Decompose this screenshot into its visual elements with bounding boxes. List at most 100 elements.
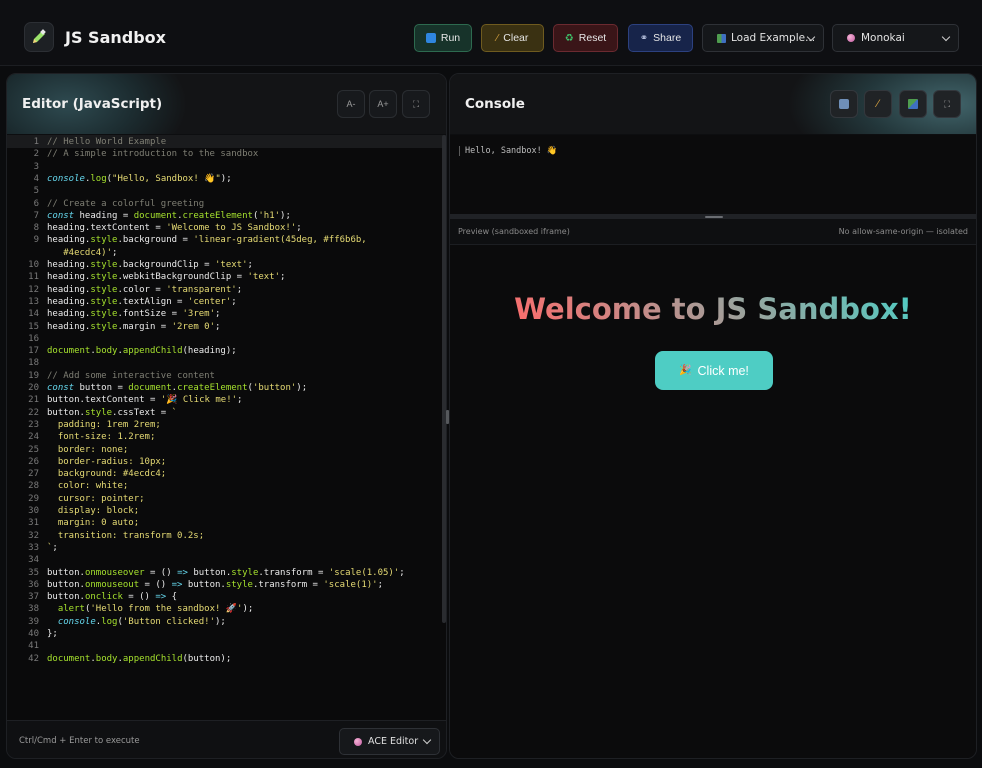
chevron-down-icon — [422, 735, 432, 745]
pencil-icon — [24, 22, 54, 52]
line-number: 21 — [28, 395, 39, 406]
code-line: heading.style.textAlign = 'center'; — [47, 296, 237, 307]
line-number: 26 — [28, 456, 39, 467]
line-number: 19 — [28, 370, 39, 381]
run-button[interactable]: Run — [414, 24, 472, 52]
code-line: heading.style.webkitBackgroundClip = 'te… — [47, 272, 286, 283]
console-title: Console — [465, 96, 525, 112]
stop-button[interactable] — [830, 90, 858, 118]
line-number: 9 — [33, 235, 39, 246]
line-number: 2 — [33, 149, 39, 160]
load-example-select[interactable]: Load Example... — [702, 24, 824, 52]
code-line: heading.style.fontSize = '3rem'; — [47, 309, 221, 320]
app-header: JS Sandbox Run ⁄ Clear ♻ Reset ⚭ Share L… — [0, 0, 982, 66]
line-number: 40 — [28, 629, 39, 639]
code-line: alert('Hello from the sandbox! 🚀'); — [57, 604, 254, 615]
line-gutter: 1 2 3 4 5 6 7 8 9 10 11 12 13 14 15 16 1… — [7, 135, 43, 720]
font-decrease-button[interactable]: A- — [337, 90, 365, 118]
line-number: 11 — [28, 272, 39, 283]
editor-mode-value: ACE Editor — [368, 736, 419, 747]
line-number: 39 — [28, 616, 39, 627]
link-icon: ⚭ — [639, 32, 649, 44]
code-line: console.log("Hello, Sandbox! 👋"); — [47, 173, 232, 184]
code-line: heading.style.backgroundClip = 'text'; — [47, 260, 253, 270]
editor-scrollbar[interactable] — [442, 135, 446, 623]
load-example-value: Load Example... — [731, 32, 816, 44]
console-log-line: Hello, Sandbox! 👋 — [459, 146, 557, 156]
books-icon — [717, 33, 726, 43]
line-number: 35 — [28, 567, 39, 578]
editor-title: Editor (JavaScript) — [22, 96, 163, 112]
code-line: border: none; — [47, 444, 129, 455]
preview-click-button-label: Click me! — [697, 363, 749, 378]
splitter-grip[interactable] — [705, 216, 723, 218]
share-button[interactable]: ⚭ Share — [628, 24, 693, 52]
code-line: display: block; — [47, 506, 140, 516]
code-line: heading.style.margin = '2rem 0'; — [47, 321, 221, 332]
line-number: 10 — [28, 260, 39, 270]
console-fullscreen-button[interactable]: ⛶ — [933, 90, 961, 118]
code-line: button.onmouseout = () => button.style.t… — [47, 579, 383, 590]
line-number: 28 — [28, 481, 39, 492]
code-line: // A simple introduction to the sandbox — [47, 149, 259, 160]
code-line: cursor: pointer; — [47, 493, 145, 504]
chevron-down-icon — [941, 32, 951, 42]
font-increase-button[interactable]: A+ — [369, 90, 397, 118]
code-line: margin: 0 auto; — [47, 518, 140, 529]
code-line: heading.style.color = 'transparent'; — [47, 284, 243, 295]
execute-shortcut-hint: Ctrl/Cmd + Enter to execute — [19, 736, 140, 746]
line-number: 6 — [33, 198, 39, 209]
code-line: button.style.cssText = ` — [47, 407, 178, 418]
line-number: 17 — [28, 346, 39, 357]
reset-button[interactable]: ♻ Reset — [553, 24, 618, 52]
line-number: 29 — [28, 493, 39, 504]
run-button-label: Run — [440, 32, 461, 44]
code-line: console.log('Button clicked!'); — [57, 616, 226, 627]
line-number: 38 — [28, 604, 39, 615]
line-number: 3 — [33, 161, 39, 172]
line-number: 5 — [33, 186, 39, 197]
preview-click-button[interactable]: 🎉 Click me! — [655, 351, 773, 390]
preview-iframe: Welcome to JS Sandbox! 🎉 Click me! — [450, 245, 976, 758]
theme-value: Monokai — [861, 32, 905, 44]
broom-icon: ⁄ — [496, 32, 499, 44]
fullscreen-button[interactable]: ⛶ — [402, 90, 430, 118]
stop-icon — [839, 99, 849, 109]
line-number: 33 — [28, 542, 39, 553]
line-number: 12 — [28, 284, 39, 295]
play-icon — [425, 33, 436, 43]
code-editor[interactable]: 1 2 3 4 5 6 7 8 9 10 11 12 13 14 15 16 1… — [7, 135, 446, 720]
code-line: font-size: 1.2rem; — [47, 432, 156, 443]
code-line: const heading = document.createElement('… — [47, 210, 291, 221]
fullscreen-icon: ⛶ — [412, 98, 420, 109]
line-number: 37 — [28, 592, 39, 603]
console-output: Hello, Sandbox! 👋 — [450, 135, 976, 214]
clear-button[interactable]: ⁄ Clear — [481, 24, 544, 52]
line-number: 25 — [28, 444, 39, 455]
code-line: heading.textContent = 'Welcome to JS San… — [47, 223, 302, 234]
theme-select[interactable]: Monokai — [832, 24, 959, 52]
palette-icon — [847, 34, 855, 42]
line-number: 27 — [28, 469, 39, 480]
code-line: transition: transform 0.2s; — [47, 530, 205, 541]
editor-mode-select[interactable]: ACE Editor — [339, 728, 440, 755]
line-number: 15 — [28, 321, 39, 332]
console-panel: Console ⁄ ⛶ Hello, Sandbox! 👋 Preview (s… — [449, 73, 977, 759]
code-line: }; — [47, 629, 58, 639]
line-number: 34 — [28, 555, 39, 566]
line-number: 41 — [28, 641, 39, 652]
copy-output-button[interactable] — [899, 90, 927, 118]
app-title: JS Sandbox — [65, 28, 166, 47]
code-line: document.body.appendChild(button); — [47, 653, 232, 664]
fullscreen-icon: ⛶ — [943, 98, 951, 109]
code-line: document.body.appendChild(heading); — [47, 346, 237, 357]
clear-console-button[interactable]: ⁄ — [864, 90, 892, 118]
preview-isolation-note: No allow-same-origin — isolated — [838, 227, 968, 236]
code-line: padding: 1rem 2rem; — [47, 419, 161, 430]
editor-footer: Ctrl/Cmd + Enter to execute ACE Editor — [7, 720, 446, 758]
line-number: 14 — [28, 309, 39, 320]
code-line: `; — [47, 542, 58, 553]
preview-label: Preview (sandboxed iframe) — [458, 227, 570, 236]
line-number: 30 — [28, 506, 39, 516]
code-line: heading.style.background = 'linear-gradi… — [47, 235, 367, 246]
